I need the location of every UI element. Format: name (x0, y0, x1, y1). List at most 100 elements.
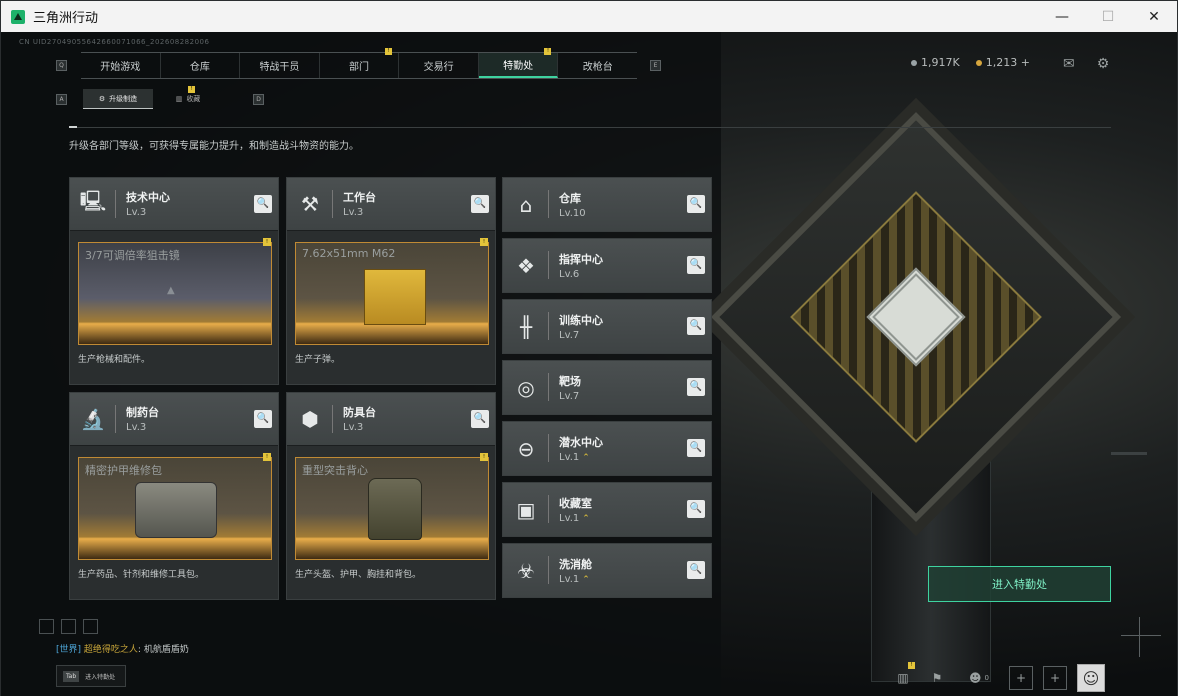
product-name: 精密护甲维修包 (85, 464, 162, 477)
tab-trading[interactable]: 交易行 (399, 53, 479, 78)
header-divider (69, 126, 1111, 128)
delta-logo-icon: ▲ (167, 285, 175, 296)
key-hint-e: E (650, 60, 661, 71)
search-icon: 🔍 (473, 198, 487, 209)
close-button[interactable]: ✕ (1131, 1, 1177, 32)
facility-name: 训练中心 (559, 314, 603, 327)
production-slot[interactable]: 重型突击背心 (295, 457, 489, 560)
card-header: 🔬 制药台 Lv.3 🔍 (70, 393, 278, 446)
search-button[interactable]: 🔍 (687, 195, 705, 213)
facility-name: 指挥中心 (559, 253, 603, 266)
production-slot[interactable]: 7.62x51mm M62 (295, 242, 489, 345)
tab-hint[interactable]: Tab 进入特勤处 (56, 665, 126, 687)
notification-badge: ! (263, 238, 271, 246)
search-button[interactable]: 🔍 (687, 378, 705, 396)
notification-badge: ! (544, 48, 552, 55)
cubes-icon: ⬢ (301, 407, 319, 431)
notification-badge: ! (480, 238, 488, 246)
upgrade-available-icon: ⌃ (582, 575, 590, 585)
window-title: 三角洲行动 (33, 11, 99, 26)
search-button[interactable]: 🔍 (687, 439, 705, 457)
flag-icon[interactable]: ⚑ (925, 666, 949, 690)
facility-card-training-center[interactable]: ╫ 训练中心 Lv.7 🔍 (502, 299, 712, 354)
chat-user: 超绝得吃之人 (83, 645, 138, 655)
chat-text: 机航盾盾奶 (143, 645, 189, 655)
dumbbell-icon: ╫ (519, 315, 533, 339)
production-slot[interactable]: 3/7可调倍率狙击镜 ▲ (78, 242, 272, 345)
search-button[interactable]: 🔍 (254, 195, 272, 213)
facility-card-tech-center[interactable]: 🖳 技术中心 Lv.3 🔍 3/7可调倍率狙击镜 ▲ ! 生产枪械和配件。 (69, 177, 279, 385)
add-button[interactable]: + (1009, 666, 1033, 690)
chat-message[interactable]: [世界] 超绝得吃之人: 机航盾盾奶 (56, 642, 189, 655)
cube-core (866, 267, 966, 367)
facility-name: 洗消舱 (559, 558, 592, 571)
search-button[interactable]: 🔍 (254, 410, 272, 428)
facility-level: Lv.1 ⌃ (559, 452, 590, 463)
facility-name: 制药台 (126, 406, 159, 419)
minimize-button[interactable]: — (1039, 1, 1085, 32)
tab-start-game[interactable]: 开始游戏 (81, 53, 161, 78)
target-icon: ◎ (517, 376, 535, 400)
tab-hint-label: 进入特勤处 (85, 673, 116, 681)
search-icon: 🔍 (473, 413, 487, 424)
product-name: 7.62x51mm M62 (302, 247, 396, 260)
tab-warehouse[interactable]: 仓库 (161, 53, 241, 78)
stats-icon[interactable]: ▥! (891, 662, 915, 690)
search-button[interactable]: 🔍 (471, 410, 489, 428)
vest-image (368, 478, 422, 540)
search-button[interactable]: 🔍 (687, 317, 705, 335)
mail-icon[interactable]: ✉ (1063, 56, 1075, 72)
header-icons: ✉ ⚙ (1063, 56, 1109, 72)
facility-name: 靶场 (559, 375, 581, 388)
key-hint-d: D (253, 94, 264, 105)
enter-special-ops-button[interactable]: 进入特勤处 (928, 566, 1111, 602)
currency-coins-2[interactable]: 1,213 + (975, 56, 1030, 69)
game-scene: CN UID27049055642660071066_202608282006 … (1, 32, 1177, 696)
facility-card-collection-room[interactable]: ▣ 收藏室 Lv.1 ⌃ 🔍 (502, 482, 712, 537)
facility-card-shooting-range[interactable]: ◎ 靶场 Lv.7 🔍 (502, 360, 712, 415)
key-hint-a: A (56, 94, 67, 105)
search-button[interactable]: 🔍 (687, 561, 705, 579)
production-slot[interactable]: 精密护甲维修包 (78, 457, 272, 560)
facility-name: 技术中心 (126, 191, 170, 204)
facility-card-workbench[interactable]: ⚒ 工作台 Lv.3 🔍 7.62x51mm M62 ! 生产子弹。 (286, 177, 496, 385)
facility-card-diving-center[interactable]: ⊖ 潜水中心 Lv.1 ⌃ 🔍 (502, 421, 712, 476)
search-button[interactable]: 🔍 (687, 256, 705, 274)
tab-special-ops[interactable]: 特勤处! (478, 48, 559, 78)
bottom-toolbar: ▥! ⚑ ☻ 0 + + ☺ (891, 662, 1105, 692)
facility-card-pharmacy[interactable]: 🔬 制药台 Lv.3 🔍 精密护甲维修包 ! 生产药品、针剂和维修工具包。 (69, 392, 279, 600)
friends-icon: ☻ (969, 671, 982, 685)
tab-department[interactable]: 部门! (320, 48, 400, 78)
search-button[interactable]: 🔍 (687, 500, 705, 518)
search-button[interactable]: 🔍 (471, 195, 489, 213)
game-window: 三角洲行动 — ☐ ✕ CN UID27049055642660071066_2… (0, 0, 1178, 696)
tools-icon: ⚒ (301, 192, 319, 216)
facility-level: Lv.7 (559, 391, 580, 402)
facility-card-armor-bench[interactable]: ⬢ 防具台 Lv.3 🔍 重型突击背心 ! 生产头盔、护甲、胸挂和背包。 (286, 392, 496, 600)
add-button[interactable]: + (1043, 666, 1067, 690)
gear-icon[interactable]: ⚙ (1097, 56, 1110, 72)
production-description: 生产药品、针剂和维修工具包。 (78, 570, 205, 580)
diving-mask-icon: ⊖ (517, 437, 535, 461)
tab-collection[interactable]: ▥ 收藏! (153, 86, 223, 109)
search-icon: 🔍 (689, 198, 703, 209)
maximize-button[interactable]: ☐ (1085, 1, 1131, 32)
facility-card-command-center[interactable]: ❖ 指挥中心 Lv.6 🔍 (502, 238, 712, 293)
tab-operators[interactable]: 特战干员 (240, 53, 320, 78)
facility-card-warehouse[interactable]: ⌂ 仓库 Lv.10 🔍 (502, 177, 712, 232)
deco-square (83, 619, 98, 634)
currency-coins-1: 1,917K (911, 56, 960, 69)
facility-name: 工作台 (343, 191, 376, 204)
production-description: 生产枪械和配件。 (78, 355, 151, 365)
warehouse-icon: ⌂ (519, 193, 533, 217)
avatar[interactable]: ☺ (1077, 664, 1105, 692)
search-icon: 🔍 (689, 320, 703, 331)
tab-upgrade-craft[interactable]: ⚙ 升级制造 (83, 89, 153, 109)
search-icon: 🔍 (689, 503, 703, 514)
friends-button[interactable]: ☻ 0 (959, 666, 999, 690)
tab-gunsmith[interactable]: 改枪台 (558, 53, 637, 78)
facility-card-decontamination[interactable]: ☣ 洗消舱 Lv.1 ⌃ 🔍 (502, 543, 712, 598)
collection-icon: ▥ (175, 95, 183, 103)
deco-crosshair (1139, 617, 1140, 657)
facility-level: Lv.1 ⌃ (559, 574, 590, 585)
